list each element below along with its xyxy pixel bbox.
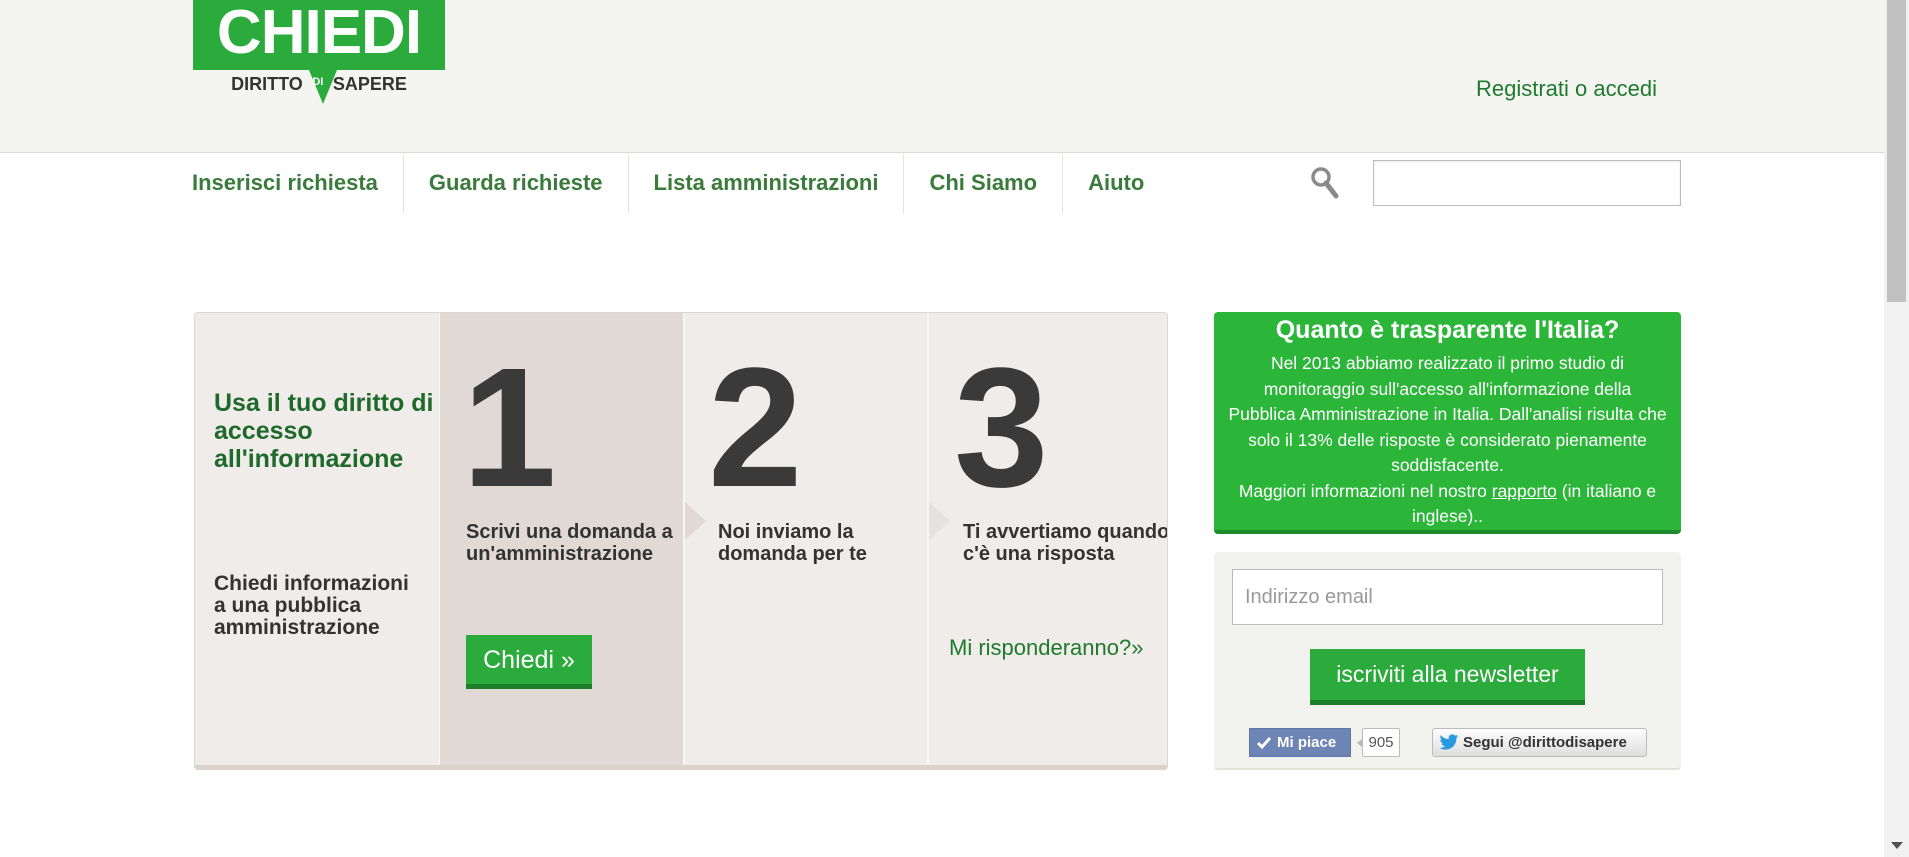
logo-sub-mid: DI <box>312 76 324 88</box>
step-1-column: 1 Scrivi una domanda a un'amministrazion… <box>440 313 684 765</box>
will-they-respond-link[interactable]: Mi risponderanno?» <box>949 635 1167 661</box>
report-link[interactable]: rapporto <box>1492 481 1557 501</box>
scroll-down-arrow-icon[interactable] <box>1891 842 1903 849</box>
facebook-like-button[interactable]: Mi piace <box>1249 728 1351 757</box>
twitter-follow-label: Segui @dirittodisapere <box>1463 734 1627 751</box>
step-2-column: 2 Noi inviamo la domanda per te <box>684 313 928 765</box>
logo-sub-left: DIRITTO <box>231 74 303 94</box>
site-logo[interactable]: CHIEDI DIRITTO DI SAPERE <box>193 0 445 105</box>
intro-column: Usa il tuo diritto di accesso all'inform… <box>195 313 440 765</box>
twitter-follow-button[interactable]: Segui @dirittodisapere <box>1432 728 1647 757</box>
transparency-box: Quanto è trasparente l'Italia? Nel 2013 … <box>1214 312 1681 534</box>
chiedi-button[interactable]: Chiedi » <box>466 635 592 689</box>
main-nav: Inserisci richiesta Guarda richieste Lis… <box>192 154 1169 214</box>
transparency-more-prefix: Maggiori informazioni nel nostro <box>1238 480 1487 501</box>
newsletter-box: Indirizzo email iscriviti alla newslette… <box>1214 552 1681 770</box>
step-2-text: Noi inviamo la domanda per te <box>718 521 867 565</box>
step-2-number: 2 <box>708 333 803 523</box>
transparency-text: Nel 2013 abbiamo realizzato il primo stu… <box>1228 351 1667 530</box>
step-3-text: Ti avvertiamo quando c'è una risposta <box>963 521 1168 565</box>
intro-title: Usa il tuo diritto di accesso all'inform… <box>214 389 434 473</box>
step-3-number: 3 <box>954 333 1049 523</box>
step-1-text: Scrivi una domanda a un'amministrazione <box>466 521 673 565</box>
site-header: CHIEDI DIRITTO DI SAPERE Registrati o acce… <box>0 0 1884 153</box>
page-scrollbar[interactable] <box>1884 0 1909 857</box>
register-login-link[interactable]: Registrati o accedi <box>1476 76 1657 102</box>
step-3-column: 3 Ti avvertiamo quando c'è una risposta … <box>928 313 1168 765</box>
search-input[interactable] <box>1373 160 1681 206</box>
logo-main-text: CHIEDI <box>193 0 445 70</box>
how-it-works-panel: Usa il tuo diritto di accesso all'inform… <box>194 312 1168 770</box>
logo-sub-right: SAPERE <box>332 74 407 94</box>
nav-item-lista-amministrazioni[interactable]: Lista amministrazioni <box>629 154 905 214</box>
nav-item-inserisci-richiesta[interactable]: Inserisci richiesta <box>192 154 404 214</box>
subscribe-newsletter-button[interactable]: iscriviti alla newsletter <box>1310 649 1585 705</box>
nav-item-chi-siamo[interactable]: Chi Siamo <box>904 154 1064 214</box>
facebook-like-label: Mi piace <box>1277 734 1337 751</box>
transparency-body: Nel 2013 abbiamo realizzato il primo stu… <box>1228 353 1667 475</box>
step-1-number: 1 <box>462 333 557 523</box>
facebook-like-count: 905 <box>1357 728 1400 757</box>
transparency-title: Quanto è trasparente l'Italia? <box>1275 316 1620 344</box>
nav-item-guarda-richieste[interactable]: Guarda richieste <box>404 154 629 214</box>
twitter-bird-icon <box>1439 734 1459 750</box>
nav-item-aiuto[interactable]: Aiuto <box>1063 154 1169 214</box>
scrollbar-thumb[interactable] <box>1887 0 1906 302</box>
check-icon <box>1256 737 1272 750</box>
search-icon[interactable] <box>1310 166 1340 200</box>
email-field[interactable]: Indirizzo email <box>1232 569 1663 625</box>
logo-subtitle: DIRITTO DI SAPERE <box>193 74 445 95</box>
intro-text: Chiedi informazioni a una pubblica ammin… <box>214 572 409 639</box>
